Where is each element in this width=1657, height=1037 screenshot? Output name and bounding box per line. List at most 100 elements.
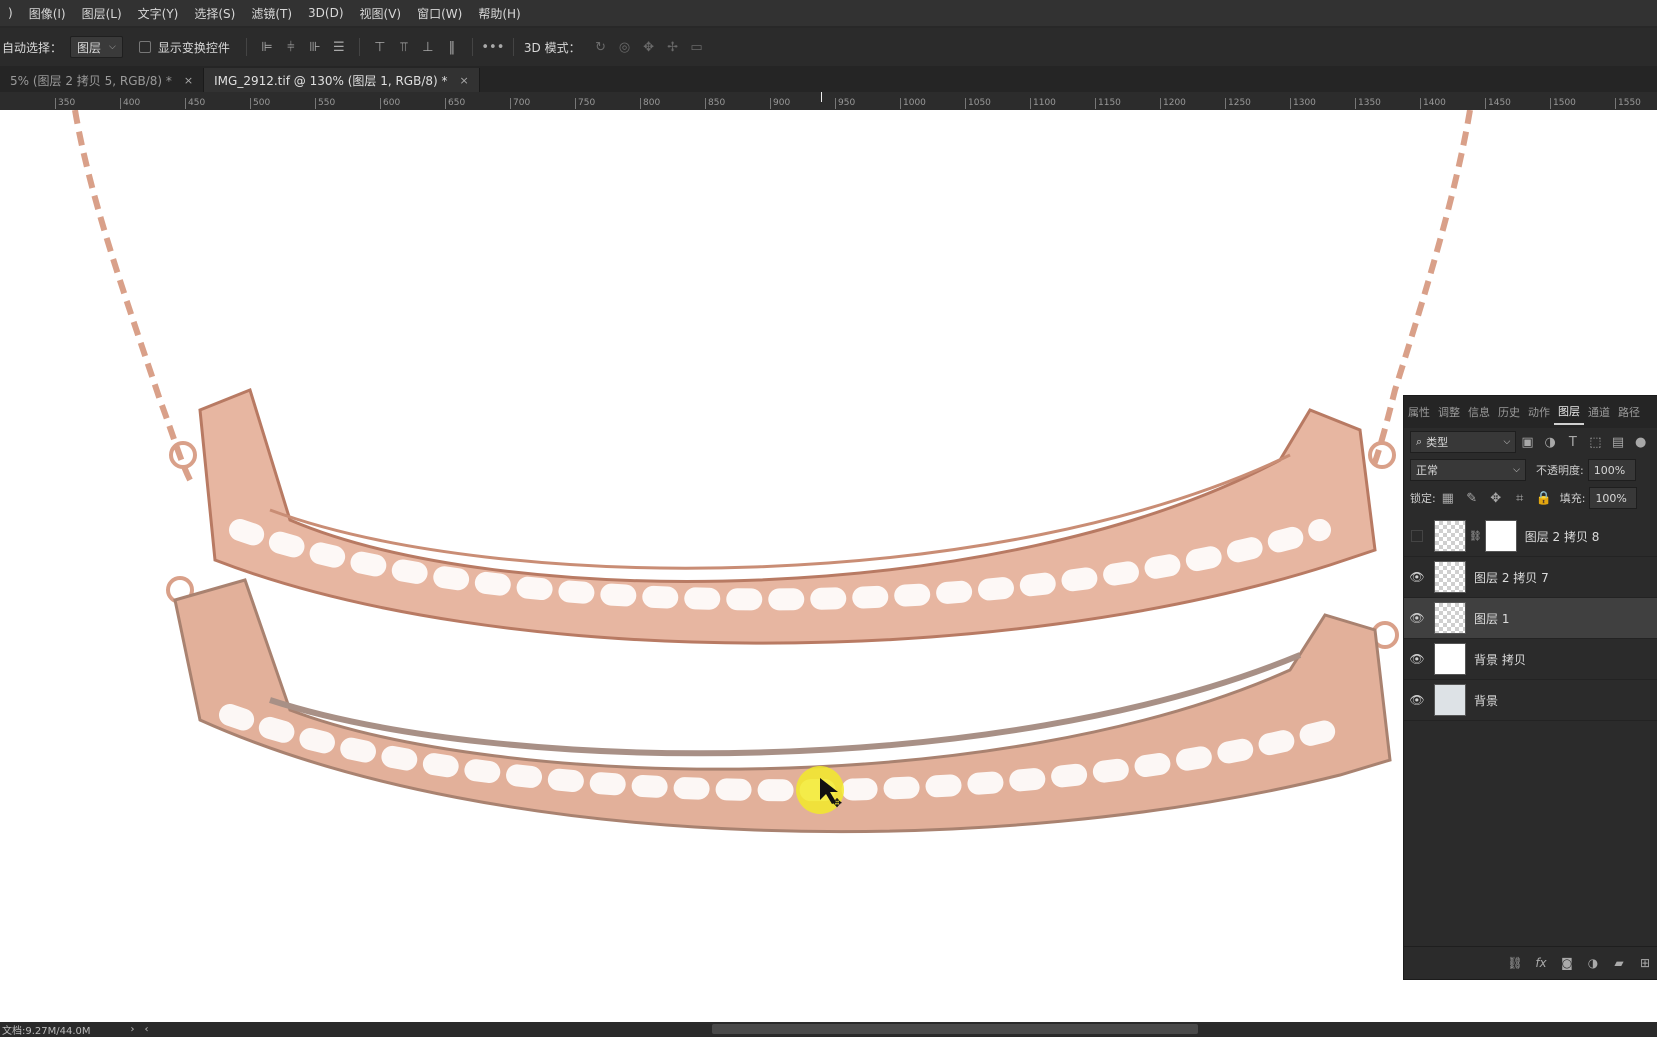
ruler-tick: 900 [770, 98, 790, 109]
menu-item-3d[interactable]: 3D(D) [300, 6, 351, 20]
horizontal-ruler: 350 400 450 500 550 600 650 700 750 800 … [0, 92, 1657, 111]
fill-input[interactable]: 100% [1589, 487, 1638, 509]
show-transform-label: 显示变换控件 [157, 40, 230, 55]
menu-item-partial[interactable]: ) [0, 6, 21, 20]
auto-select-label: 自动选择： [2, 40, 63, 55]
roll-3d-icon[interactable]: ◎ [613, 36, 637, 58]
layer-row[interactable]: 👁 背景 拷贝 [1404, 639, 1657, 680]
auto-select-dropdown[interactable]: 图层 ⌵ [70, 36, 123, 58]
folder-icon[interactable]: ▰ [1606, 956, 1632, 970]
align-right-icon[interactable]: ⊪ [303, 36, 327, 58]
ruler-tick: 350 [55, 98, 75, 109]
filter-type-icon[interactable]: T [1562, 431, 1585, 453]
blend-mode-select[interactable]: 正常 ⌵ [1410, 459, 1526, 481]
layer-row[interactable]: 👁 图层 2 拷贝 7 [1404, 557, 1657, 598]
ruler-tick: 1100 [1030, 98, 1056, 109]
camera-3d-icon[interactable]: ▭ [685, 36, 709, 58]
opacity-input[interactable]: 100% [1587, 459, 1636, 481]
filter-toggle-icon[interactable]: ● [1629, 431, 1652, 453]
ruler-tick: 800 [640, 98, 660, 109]
lock-brush-icon[interactable]: ✎ [1460, 487, 1484, 509]
menu-item-view[interactable]: 视图(V) [352, 5, 410, 22]
mask-icon[interactable]: ◙ [1554, 956, 1580, 970]
menu-item-layer[interactable]: 图层(L) [74, 5, 130, 22]
layer-filter-select[interactable]: ⌕ 类型 ⌵ [1410, 431, 1517, 453]
drag-3d-icon[interactable]: ✥ [637, 36, 661, 58]
tab-adjustments[interactable]: 调整 [1434, 404, 1464, 420]
tab-history[interactable]: 历史 [1494, 404, 1524, 420]
distribute-h-icon[interactable]: ☰ [327, 36, 351, 58]
tab-paths[interactable]: 路径 [1614, 404, 1644, 420]
chain-ring-left [169, 441, 197, 469]
align-center-h-icon[interactable]: ⫩ [279, 36, 303, 58]
menu-item-filter[interactable]: 滤镜(T) [243, 5, 300, 22]
search-icon: ⌕ [1416, 435, 1423, 448]
chevron-down-icon: ⌵ [1513, 465, 1520, 475]
layer-row[interactable]: ⛓ 图层 2 拷贝 8 [1404, 516, 1657, 557]
lock-artboard-icon[interactable]: ⌗ [1508, 487, 1532, 509]
align-top-icon[interactable]: ⊤ [368, 36, 392, 58]
menu-item-select[interactable]: 选择(S) [186, 5, 243, 22]
lock-label: 锁定: [1410, 492, 1436, 505]
rotate-3d-icon[interactable]: ↻ [589, 36, 613, 58]
opacity-value: 100% [1593, 463, 1626, 477]
horizontal-scrollbar[interactable] [712, 1024, 1198, 1034]
more-options-icon[interactable]: ••• [481, 36, 505, 58]
eye-icon[interactable]: 👁 [1404, 570, 1430, 584]
layer-list: ⛓ 图层 2 拷贝 8 👁 图层 2 拷贝 7 👁 图层 1 👁 背景 拷贝 👁… [1404, 516, 1657, 721]
menu-item-type[interactable]: 文字(Y) [130, 5, 187, 22]
menu-item-help[interactable]: 帮助(H) [470, 5, 528, 22]
show-transform-checkbox[interactable] [138, 41, 151, 53]
lock-transparency-icon[interactable]: ▦ [1436, 487, 1460, 509]
tab-document-2[interactable]: IMG_2912.tif @ 130% (图层 1, RGB/8) * × [204, 68, 480, 92]
slide-3d-icon[interactable]: ✢ [661, 36, 685, 58]
filter-smart-icon[interactable]: ▤ [1607, 431, 1630, 453]
ruler-tick: 950 [835, 98, 855, 109]
panel-tabs: 属性 调整 信息 历史 动作 图层 通道 路径 [1404, 396, 1657, 428]
mode-3d-label: 3D 模式： [523, 40, 581, 55]
eye-icon[interactable]: 👁 [1404, 693, 1430, 707]
auto-select-value: 图层 [77, 40, 102, 55]
new-layer-icon[interactable]: ⊞ [1632, 956, 1657, 970]
distribute-v-icon[interactable]: ‖ [440, 36, 464, 58]
tab-document-1[interactable]: 5% (图层 2 拷贝 5, RGB/8) * × [0, 68, 205, 92]
ruler-tick: 650 [445, 98, 465, 109]
adjustment-icon[interactable]: ◑ [1580, 956, 1606, 970]
close-icon[interactable]: × [184, 74, 193, 87]
lock-all-icon[interactable]: 🔒 [1532, 487, 1556, 509]
menu-item-window[interactable]: 窗口(W) [409, 5, 470, 22]
document-tab-bar: 5% (图层 2 拷贝 5, RGB/8) * × IMG_2912.tif @… [0, 66, 1657, 92]
align-bottom-icon[interactable]: ⊥ [416, 36, 440, 58]
link-icon[interactable]: ⛓ [1502, 956, 1528, 970]
eye-icon[interactable]: 👁 [1404, 611, 1430, 625]
filter-shape-icon[interactable]: ⬚ [1584, 431, 1607, 453]
tab-properties[interactable]: 属性 [1404, 404, 1434, 420]
chevron-down-icon: ⌵ [109, 42, 116, 52]
ruler-tick: 1150 [1095, 98, 1121, 109]
ruler-tick: 1350 [1355, 98, 1381, 109]
layer-name: 图层 1 [1474, 611, 1510, 626]
layer-row-selected[interactable]: 👁 图层 1 [1404, 598, 1657, 639]
fx-icon[interactable]: fx [1528, 956, 1554, 970]
lock-position-icon[interactable]: ✥ [1484, 487, 1508, 509]
ruler-tick: 450 [185, 98, 205, 109]
layer-mask-thumbnail[interactable] [1484, 520, 1517, 552]
eye-icon[interactable]: 👁 [1404, 652, 1430, 666]
close-icon[interactable]: × [460, 74, 469, 87]
status-menu-arrow[interactable]: › [131, 1024, 135, 1035]
scroll-left-arrow[interactable]: ‹ [145, 1024, 149, 1035]
filter-pixel-icon[interactable]: ▣ [1516, 431, 1539, 453]
filter-adjustment-icon[interactable]: ◑ [1539, 431, 1562, 453]
layer-row[interactable]: 👁 背景 [1404, 680, 1657, 721]
tab-layers[interactable]: 图层 [1554, 403, 1584, 425]
visibility-toggle-off[interactable] [1404, 530, 1430, 542]
lock-row: 锁定: ▦ ✎ ✥ ⌗ 🔒 填充: 100% [1404, 484, 1657, 512]
tab-actions[interactable]: 动作 [1524, 404, 1554, 420]
align-middle-v-icon[interactable]: ⫪ [392, 36, 416, 58]
tab-channels[interactable]: 通道 [1584, 404, 1614, 420]
align-left-icon[interactable]: ⊫ [255, 36, 279, 58]
tab-info[interactable]: 信息 [1464, 404, 1494, 420]
menu-item-image[interactable]: 图像(I) [21, 5, 74, 22]
layer-filter-row: ⌕ 类型 ⌵ ▣ ◑ T ⬚ ▤ ● [1404, 428, 1657, 456]
layer-name: 背景 拷贝 [1474, 652, 1526, 667]
